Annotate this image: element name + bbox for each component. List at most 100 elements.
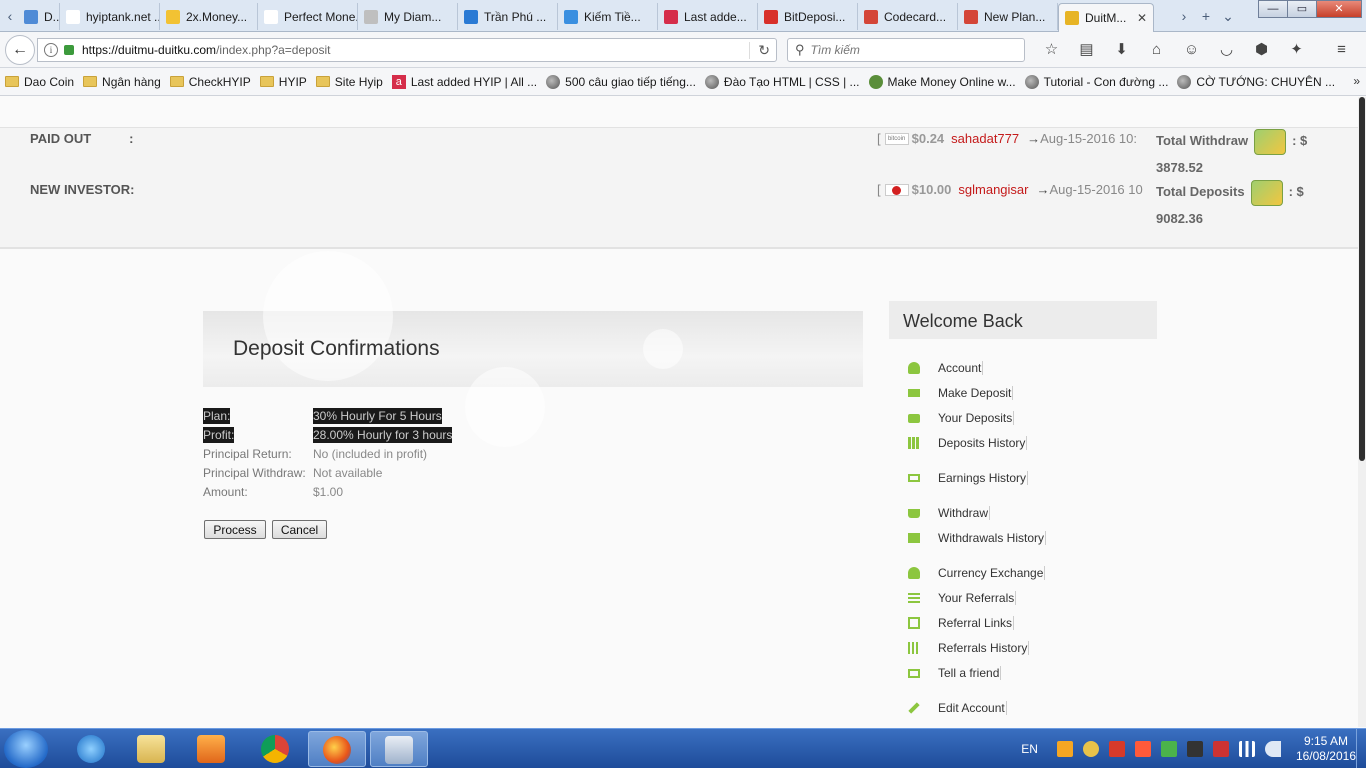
scrollbar-thumb[interactable]	[1359, 97, 1365, 461]
sidebar-item-edit-account[interactable]: Edit Account	[908, 701, 1007, 715]
bookmark-star-icon[interactable]: ☆	[1034, 40, 1069, 60]
bookmark-item[interactable]: Make Money Online w...	[868, 74, 1016, 89]
browser-tab[interactable]: BitDeposi...	[758, 3, 858, 30]
extension-icon[interactable]: ✦	[1279, 40, 1314, 60]
sidebar-item-your-deposits[interactable]: Your Deposits	[908, 411, 1015, 425]
sidebar-item-make-deposit[interactable]: Make Deposit	[908, 386, 1014, 400]
browser-tab[interactable]: Kiếm Tiề...	[558, 3, 658, 30]
bookmark-label: Make Money Online w...	[887, 74, 1016, 89]
maximize-button[interactable]: ▭	[1287, 0, 1317, 18]
chat-icon[interactable]: ☺	[1174, 40, 1209, 60]
sidebar-item-withdraw[interactable]: Withdraw	[908, 506, 991, 520]
tray-app-icon[interactable]	[1082, 741, 1099, 757]
bookmarks-overflow-icon[interactable]: »	[1353, 74, 1360, 88]
browser-tab[interactable]: DuitM... ✕	[1058, 3, 1154, 32]
sidebar-item-deposits-history[interactable]: Deposits History	[908, 436, 1028, 450]
network-signal-icon[interactable]	[1238, 741, 1255, 757]
tab-label: Kiếm Tiề...	[584, 9, 641, 24]
bookmark-item[interactable]: Ngân hàng	[83, 75, 161, 89]
menu-icon[interactable]: ≡	[1324, 40, 1359, 60]
tab-scroll-right-icon[interactable]: ›	[1176, 6, 1192, 26]
bookmark-label: 500 câu giao tiếp tiếng...	[565, 74, 696, 89]
minimize-button[interactable]: —	[1258, 0, 1288, 18]
bookmark-item[interactable]: Site Hyip	[315, 75, 383, 89]
new-investor-label: NEW INVESTOR:	[30, 182, 135, 197]
site-info-icon[interactable]: i	[44, 43, 58, 57]
process-button[interactable]: Process	[204, 520, 266, 539]
a-icon: a	[391, 74, 406, 89]
browser-tab[interactable]: 2x.Money...	[160, 3, 258, 30]
tray-app-icon[interactable]	[1212, 741, 1229, 757]
sidebar-item-referrals-history[interactable]: Referrals History	[908, 641, 1030, 655]
search-input[interactable]	[810, 43, 1011, 57]
start-button[interactable]	[4, 730, 48, 768]
taskbar-chrome[interactable]	[246, 731, 304, 767]
firefox-icon	[323, 736, 351, 764]
volume-icon[interactable]	[1264, 741, 1281, 757]
adblock-icon[interactable]: ⬢	[1244, 40, 1279, 60]
sidebar-item-account[interactable]: Account	[908, 361, 984, 375]
reload-icon[interactable]: ↻	[749, 42, 770, 59]
show-desktop-button[interactable]	[1356, 729, 1366, 768]
page-scrollbar[interactable]	[1358, 97, 1366, 727]
sidebar-item-referral-links[interactable]: Referral Links	[908, 616, 1015, 630]
download-icon[interactable]: ⬇	[1104, 40, 1139, 60]
tray-app-icon[interactable]	[1056, 741, 1073, 757]
browser-tab[interactable]: Last adde...	[658, 3, 758, 30]
tray-app-icon[interactable]	[1186, 741, 1203, 757]
tab-favicon-icon	[664, 9, 678, 24]
sidebar-item-withdrawals-history[interactable]: Withdrawals History	[908, 531, 1047, 545]
browser-tab[interactable]: My Diam...	[358, 3, 458, 30]
bookmark-item[interactable]: a Last added HYIP | All ...	[391, 74, 537, 89]
url-bar[interactable]: i https://duitmu-duitku.com/index.php?a=…	[37, 38, 777, 62]
bookmark-item[interactable]: CheckHYIP	[169, 75, 251, 89]
tab-favicon-icon	[464, 9, 478, 24]
new-investor-user-link[interactable]: sglmangisar	[958, 182, 1028, 197]
tab-close-icon[interactable]: ✕	[1137, 11, 1147, 25]
paid-out-user-link[interactable]: sahadat777	[951, 131, 1019, 146]
tray-app-icon[interactable]	[1160, 741, 1177, 757]
tab-favicon-icon	[24, 9, 38, 24]
bookmark-item[interactable]: Dao Coin	[5, 75, 74, 89]
sidebar-item-your-referrals[interactable]: Your Referrals	[908, 591, 1017, 605]
money-coins-icon	[1254, 128, 1287, 155]
bookmark-item[interactable]: HYIP	[259, 75, 307, 89]
browser-tab[interactable]: Trần Phú ...	[458, 3, 558, 30]
sidebar-item-tell-a-friend[interactable]: Tell a friend	[908, 666, 1002, 680]
bookmark-item[interactable]: CỜ TƯỚNG: CHUYÊN ...	[1177, 74, 1335, 89]
back-button[interactable]: ←	[5, 35, 35, 65]
taskbar-calculator[interactable]	[370, 731, 428, 767]
bookmark-item[interactable]: Đào Tạo HTML | CSS | ...	[704, 74, 860, 89]
tray-app-icon[interactable]	[1134, 741, 1151, 757]
perfect-money-badge-icon	[884, 183, 909, 196]
browser-tab[interactable]: New Plan...	[958, 3, 1058, 30]
home-icon[interactable]: ⌂	[1139, 40, 1174, 60]
tab-list-dropdown-icon[interactable]: ⌄	[1220, 6, 1236, 26]
taskbar-explorer[interactable]	[122, 731, 180, 767]
bookmark-item[interactable]: Tutorial - Con đường ...	[1024, 74, 1168, 89]
taskbar-firefox[interactable]	[308, 731, 366, 767]
reading-list-icon[interactable]: ▤	[1069, 40, 1104, 60]
pocket-icon[interactable]: ◡	[1209, 40, 1244, 60]
browser-tab[interactable]: Codecard...	[858, 3, 958, 30]
new-tab-button[interactable]: +	[1198, 6, 1214, 26]
browser-tab[interactable]: hyiptank.net ...	[60, 3, 160, 30]
tab-scroll-left-icon[interactable]: ‹	[2, 6, 18, 26]
tray-app-icon[interactable]	[1108, 741, 1125, 757]
browser-tab[interactable]: D...	[18, 3, 60, 30]
url-text[interactable]: https://duitmu-duitku.com/index.php?a=de…	[82, 43, 331, 57]
browser-tab[interactable]: Perfect Mone...	[258, 3, 358, 30]
language-indicator[interactable]: EN	[1021, 742, 1038, 756]
taskbar-ie[interactable]	[62, 731, 120, 767]
close-window-button[interactable]: ✕	[1316, 0, 1362, 18]
cancel-button[interactable]: Cancel	[272, 520, 327, 539]
search-bar[interactable]: ⚲	[787, 38, 1025, 62]
tab-label: Codecard...	[884, 9, 947, 24]
tab-label: Perfect Mone...	[284, 9, 358, 24]
bookmark-item[interactable]: 500 câu giao tiếp tiếng...	[546, 74, 696, 89]
tab-favicon-icon	[1065, 11, 1079, 25]
taskbar-media-player[interactable]	[182, 731, 240, 767]
sidebar-item-currency-exchange[interactable]: Currency Exchange	[908, 566, 1046, 580]
sidebar-item-earnings-history[interactable]: Earnings History	[908, 471, 1029, 485]
clock[interactable]: 9:15 AM 16/08/2016	[1296, 734, 1356, 764]
